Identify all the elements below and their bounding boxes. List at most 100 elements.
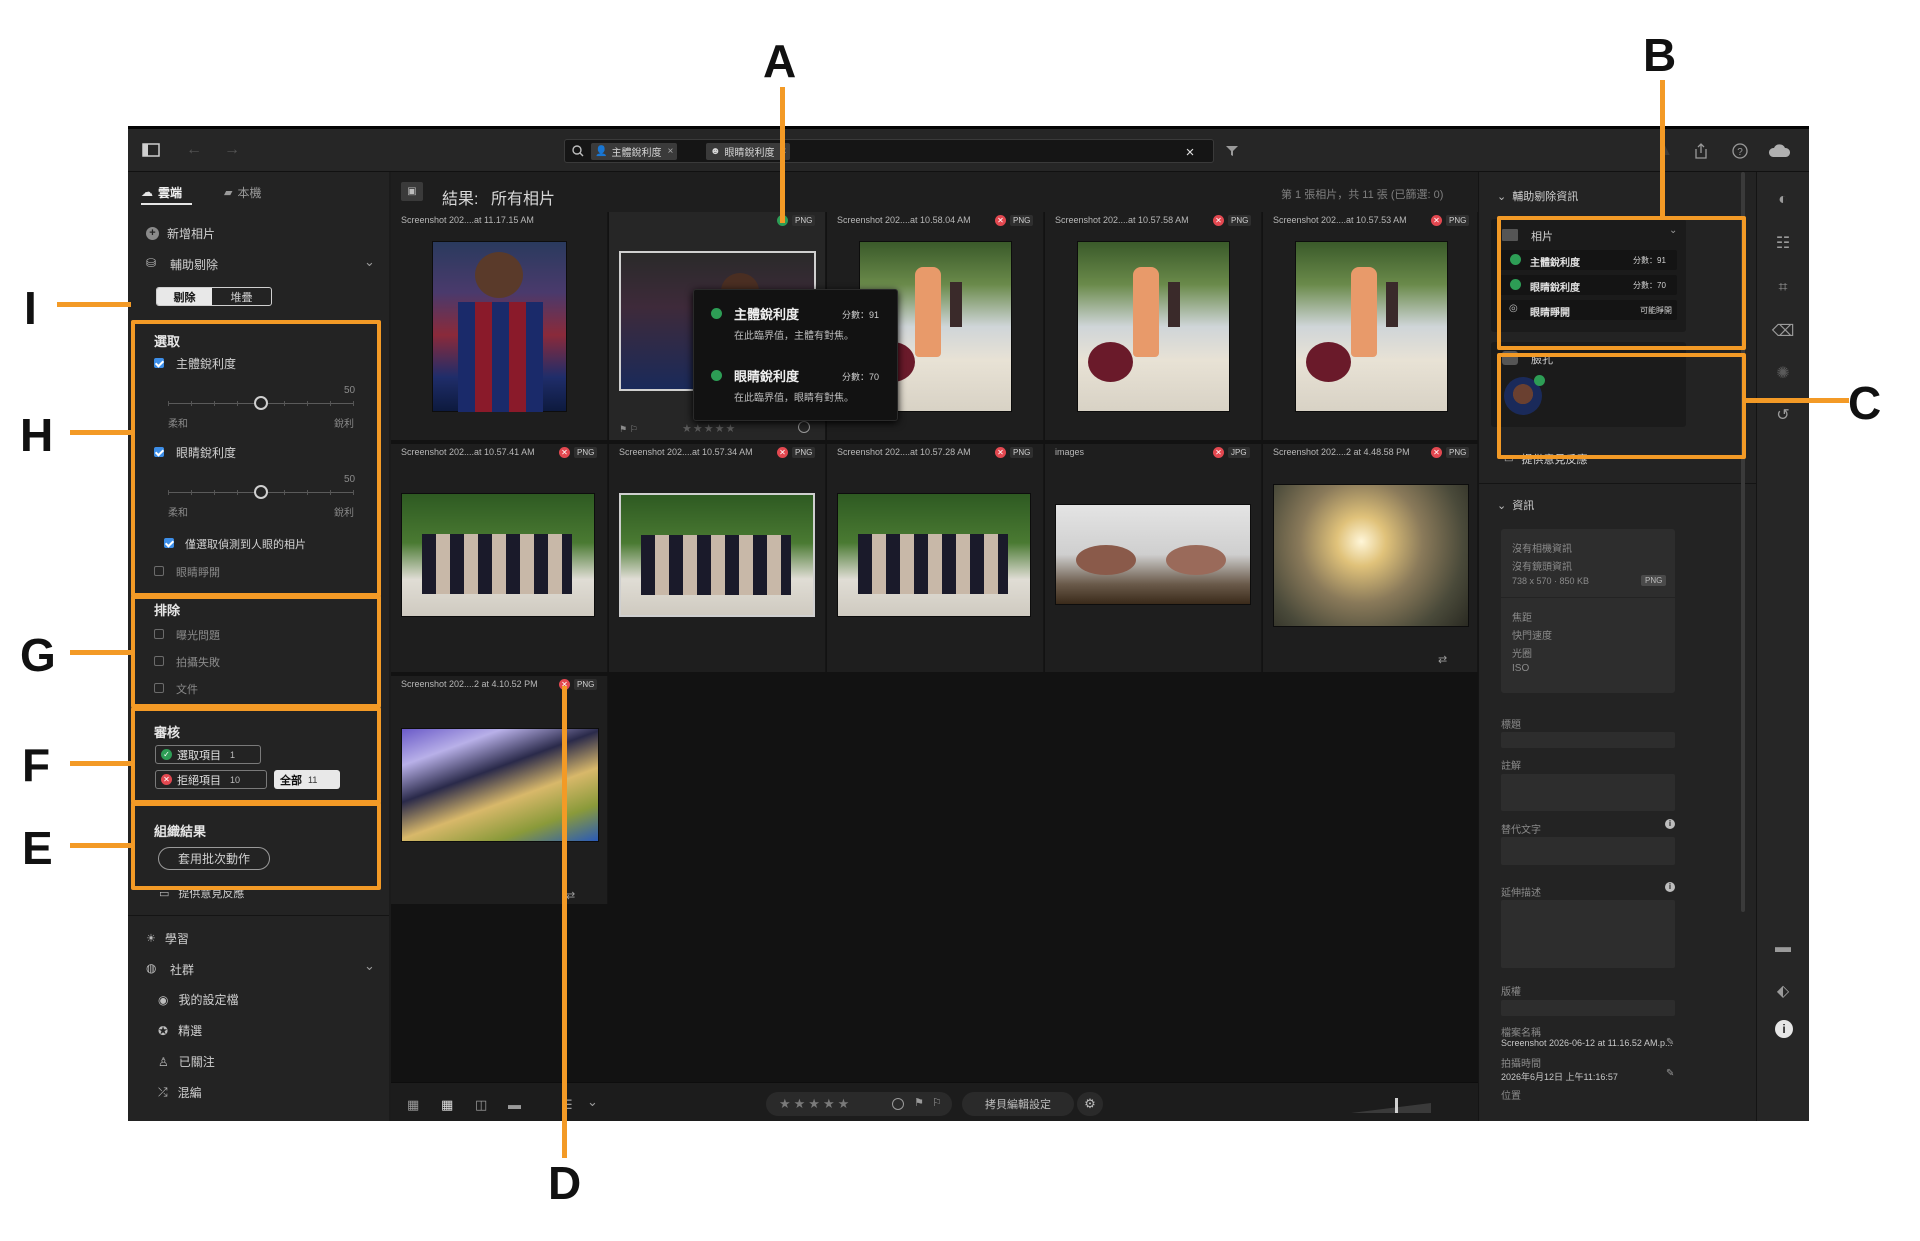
community-header[interactable]: ◍ 社群 ⌄ xyxy=(146,958,376,980)
lightbulb-icon: ☀ xyxy=(146,933,156,945)
user-icon[interactable]: ▲ xyxy=(1654,140,1676,162)
flag-pick-icon[interactable]: ⚑ xyxy=(914,1096,924,1109)
photo-thumbnail[interactable] xyxy=(1077,241,1230,412)
bottom-toolbar: ▦ ▦ ◫ ▬ ☰ ⌄ ★★★★★ ⚑ ⚐ 拷貝編輯設定 ⚙ xyxy=(391,1082,1478,1121)
copyright-field[interactable] xyxy=(1501,1000,1675,1016)
crop-icon[interactable]: ⌗ xyxy=(1771,276,1795,300)
filter-chip-subject-sharpness[interactable]: 👤 主體銳利度 × xyxy=(591,143,678,160)
star-rating[interactable]: ★★★★★ xyxy=(779,1096,852,1112)
eraser-icon[interactable]: ⌫ xyxy=(1771,320,1795,344)
results-value[interactable]: 所有相片 xyxy=(491,185,555,209)
photo-thumbnail[interactable] xyxy=(619,493,815,617)
chevron-down-icon[interactable]: ⌄ xyxy=(587,1094,598,1110)
assisted-culling-header[interactable]: ⛁ 輔助剔除 ⌄ xyxy=(146,254,376,274)
flag-icons[interactable]: ⚑ ⚐ xyxy=(619,424,638,435)
photo-thumbnail[interactable] xyxy=(401,728,599,842)
copy-edit-button[interactable]: 拷貝編輯設定 xyxy=(962,1092,1074,1116)
compare-icon[interactable]: ◫ xyxy=(475,1097,487,1113)
photo-thumbnail[interactable] xyxy=(1273,484,1469,627)
featured-link[interactable]: ✪ 精選 xyxy=(158,1022,202,1039)
info-circle-icon[interactable]: i xyxy=(1665,819,1675,829)
info-icon[interactable]: i xyxy=(1775,1020,1793,1038)
format-badge: PNG xyxy=(1010,215,1034,226)
filter-icon[interactable] xyxy=(1222,141,1242,161)
photo-cell[interactable]: Screenshot 202....at 11.17.15 AM xyxy=(391,212,608,440)
check-circle-icon xyxy=(711,370,722,381)
reject-badge-icon: ✕ xyxy=(777,447,788,458)
detail-view-icon[interactable]: ▬ xyxy=(508,1097,521,1112)
community-label: 社群 xyxy=(170,963,195,977)
photo-cell[interactable]: Screenshot 202....at 10.57.28 AM ✕ PNG xyxy=(827,444,1044,672)
learn-link[interactable]: ☀ 學習 xyxy=(146,930,189,947)
alt-text-field[interactable] xyxy=(1501,837,1675,865)
tag-icon[interactable]: ⬖ xyxy=(1771,980,1795,1004)
photo-cell[interactable]: Screenshot 202....at 10.57.58 AM ✕ PNG xyxy=(1045,212,1262,440)
format-badge: PNG xyxy=(1641,575,1667,586)
format-badge: PNG xyxy=(1446,447,1470,458)
photo-cell[interactable]: images ✕ JPG xyxy=(1045,444,1262,672)
extended-desc-field[interactable] xyxy=(1501,900,1675,968)
cloud-sync-icon[interactable] xyxy=(1764,139,1794,161)
photo-cell[interactable]: Screenshot 202....2 at 4.48.58 PM ✕ PNG … xyxy=(1263,444,1478,672)
copy-edit-label: 拷貝編輯設定 xyxy=(985,1099,1051,1111)
photo-thumbnail[interactable] xyxy=(837,493,1031,617)
tooltip-desc: 在此臨界值，眼睛有對焦。 xyxy=(734,393,854,404)
edit-pencil-icon[interactable]: ✎ xyxy=(1666,1037,1674,1048)
seg-stack-button[interactable]: 堆疊 xyxy=(212,288,271,305)
tab-local[interactable]: ▰ 本機 xyxy=(224,182,261,202)
panel-toggle-icon[interactable] xyxy=(140,139,162,161)
gear-button[interactable]: ⚙ xyxy=(1077,1092,1103,1116)
history-icon[interactable]: ↺ xyxy=(1771,404,1795,428)
help-icon[interactable]: ? xyxy=(1729,140,1751,162)
assisted-culling-label: 輔助剔除 xyxy=(170,258,219,272)
info-circle-icon[interactable]: i xyxy=(1665,882,1675,892)
adjustments-icon[interactable]: ⇄ xyxy=(1438,653,1447,666)
chevron-down-icon: ⌄ xyxy=(1497,499,1507,512)
comment-icon[interactable]: ▬ xyxy=(1771,936,1795,960)
photo-cell[interactable]: Screenshot 202....2 at 4.10.52 PM ✕ PNG … xyxy=(391,676,608,904)
share-icon[interactable] xyxy=(1690,140,1712,162)
profile-link[interactable]: ◉ 我的設定檔 xyxy=(158,991,239,1008)
chevron-down-icon[interactable]: ⌄ xyxy=(364,254,375,270)
title-field[interactable] xyxy=(1501,732,1675,748)
forward-arrow-icon[interactable]: → xyxy=(222,140,242,160)
tab-cloud[interactable]: ☁ 雲端 xyxy=(141,182,182,202)
profile-label: 我的設定檔 xyxy=(178,993,239,1007)
clear-search-icon[interactable]: × xyxy=(1181,143,1199,161)
remix-link[interactable]: ⤮ 混編 xyxy=(158,1084,202,1101)
caption-field[interactable] xyxy=(1501,774,1675,811)
zoom-slider[interactable] xyxy=(1351,1093,1431,1115)
photo-cell[interactable]: Screenshot 202....at 10.57.34 AM ✕ PNG xyxy=(609,444,826,672)
circle-icon[interactable] xyxy=(798,421,810,433)
photo-thumbnail[interactable] xyxy=(401,493,595,617)
add-photos-label: 新增相片 xyxy=(167,226,216,241)
info-header[interactable]: ⌄ 資訊 xyxy=(1497,497,1534,513)
search-bar[interactable]: 👤 主體銳利度 × ☻ 眼睛銳利度 × × xyxy=(564,139,1214,163)
photo-cell[interactable]: Screenshot 202....at 10.57.53 AM ✕ PNG xyxy=(1263,212,1478,440)
focal-length-label: 焦距 xyxy=(1512,613,1532,624)
back-arrow-icon[interactable]: ← xyxy=(184,140,204,160)
filter-chip-eye-sharpness[interactable]: ☻ 眼睛銳利度 × xyxy=(706,143,791,160)
photo-thumbnail[interactable] xyxy=(1295,241,1448,412)
assist-info-header[interactable]: ⌄ 輔助剔除資訊 xyxy=(1497,188,1578,204)
edit-icon[interactable]: ◐ xyxy=(1771,188,1795,212)
sliders-icon[interactable]: ☷ xyxy=(1771,232,1795,256)
following-label: 已關注 xyxy=(178,1055,215,1069)
grid-square-icon[interactable]: ▦ xyxy=(441,1097,453,1113)
photo-cell[interactable]: Screenshot 202....at 10.57.41 AM ✕ PNG xyxy=(391,444,608,672)
chevron-down-icon[interactable]: ⌄ xyxy=(364,958,375,974)
star-rating[interactable]: ★★★★★ xyxy=(682,422,736,435)
photo-thumbnail[interactable] xyxy=(1055,504,1251,605)
following-link[interactable]: ♙ 已關注 xyxy=(158,1053,215,1070)
tab-cloud-underline xyxy=(141,203,192,205)
circle-icon[interactable] xyxy=(892,1098,904,1110)
add-photos-button[interactable]: + 新增相片 xyxy=(146,223,215,243)
grid-small-icon[interactable]: ▦ xyxy=(407,1097,419,1113)
photo-thumbnail[interactable] xyxy=(432,241,567,412)
flag-reject-icon[interactable]: ⚐ xyxy=(932,1096,942,1109)
masking-icon[interactable]: ✺ xyxy=(1771,362,1795,386)
edit-pencil-icon[interactable]: ✎ xyxy=(1666,1068,1674,1079)
adjustments-icon[interactable]: ⇄ xyxy=(566,889,575,902)
seg-delete-button[interactable]: 剔除 xyxy=(157,288,212,305)
chip-close-icon[interactable]: × xyxy=(667,146,673,157)
